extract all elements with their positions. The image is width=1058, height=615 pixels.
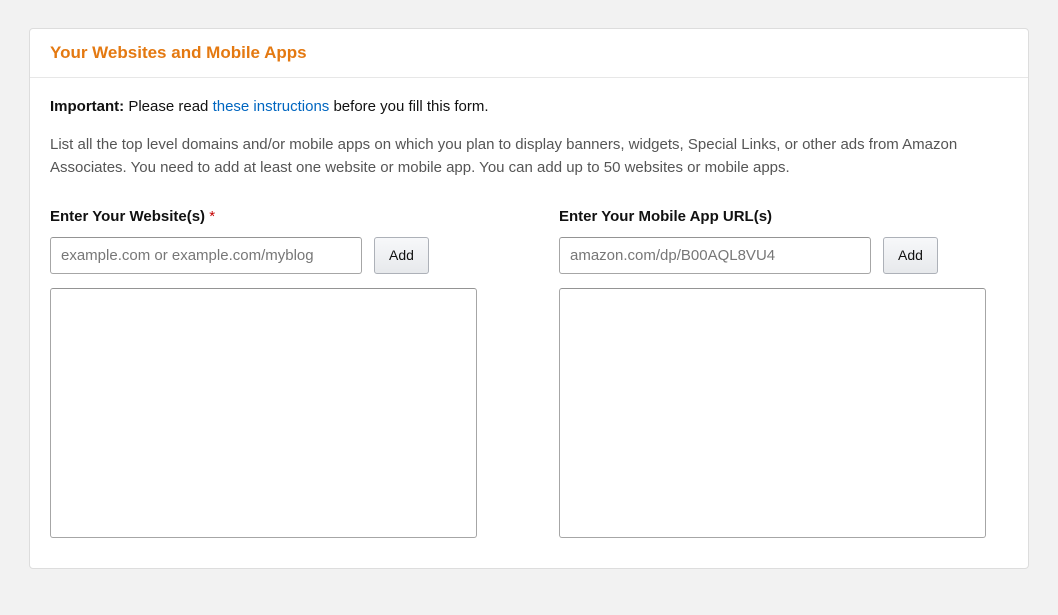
add-app-button[interactable]: Add	[883, 237, 938, 274]
panel-body: Important: Please read these instruction…	[30, 78, 1028, 568]
websites-listbox[interactable]	[50, 288, 477, 538]
apps-column: Enter Your Mobile App URL(s) Add	[559, 208, 1008, 538]
apps-input-row: Add	[559, 237, 1008, 274]
websites-input-row: Add	[50, 237, 499, 274]
important-text-after: before you fill this form.	[329, 98, 488, 115]
panel-header: Your Websites and Mobile Apps	[30, 29, 1028, 78]
websites-column: Enter Your Website(s) * Add	[50, 208, 499, 538]
required-mark: *	[209, 208, 215, 225]
websites-label-text: Enter Your Website(s)	[50, 208, 209, 225]
apps-label: Enter Your Mobile App URL(s)	[559, 208, 1008, 225]
important-text-before: Please read	[124, 98, 212, 115]
columns: Enter Your Website(s) * Add Enter Your M…	[50, 208, 1008, 538]
apps-listbox[interactable]	[559, 288, 986, 538]
important-label: Important:	[50, 98, 124, 115]
add-website-button[interactable]: Add	[374, 237, 429, 274]
description-text: List all the top level domains and/or mo…	[50, 133, 1008, 180]
apps-label-text: Enter Your Mobile App URL(s)	[559, 208, 772, 225]
panel-title: Your Websites and Mobile Apps	[50, 43, 1008, 63]
important-note: Important: Please read these instruction…	[50, 98, 1008, 115]
website-input[interactable]	[50, 237, 362, 274]
panel: Your Websites and Mobile Apps Important:…	[29, 28, 1029, 569]
websites-label: Enter Your Website(s) *	[50, 208, 499, 225]
instructions-link[interactable]: these instructions	[213, 98, 330, 115]
app-url-input[interactable]	[559, 237, 871, 274]
